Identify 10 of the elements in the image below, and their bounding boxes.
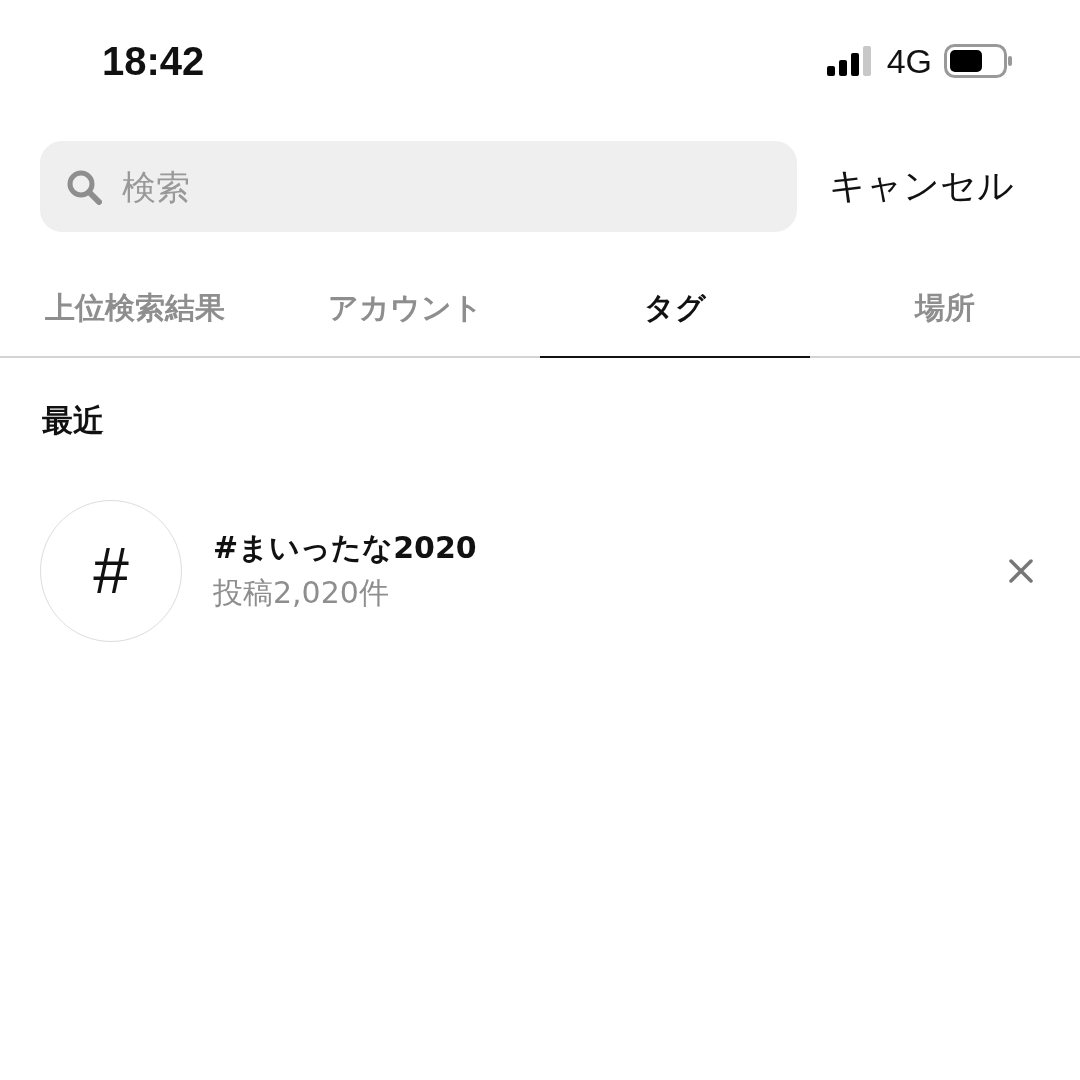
tab[interactable]: タグ xyxy=(540,260,810,358)
status-time: 18:42 xyxy=(102,38,205,84)
search-field[interactable]: 検索 xyxy=(40,141,797,232)
battery-icon xyxy=(944,44,1014,78)
close-icon[interactable] xyxy=(1008,558,1034,584)
cancel-button[interactable]: キャンセル xyxy=(829,162,1014,211)
network-label: 4G xyxy=(886,41,932,81)
tag-title[interactable]: #まいったな2020 xyxy=(213,528,477,569)
post-count: 投稿2,020件 xyxy=(213,574,389,612)
section-heading: 最近 xyxy=(41,401,105,440)
